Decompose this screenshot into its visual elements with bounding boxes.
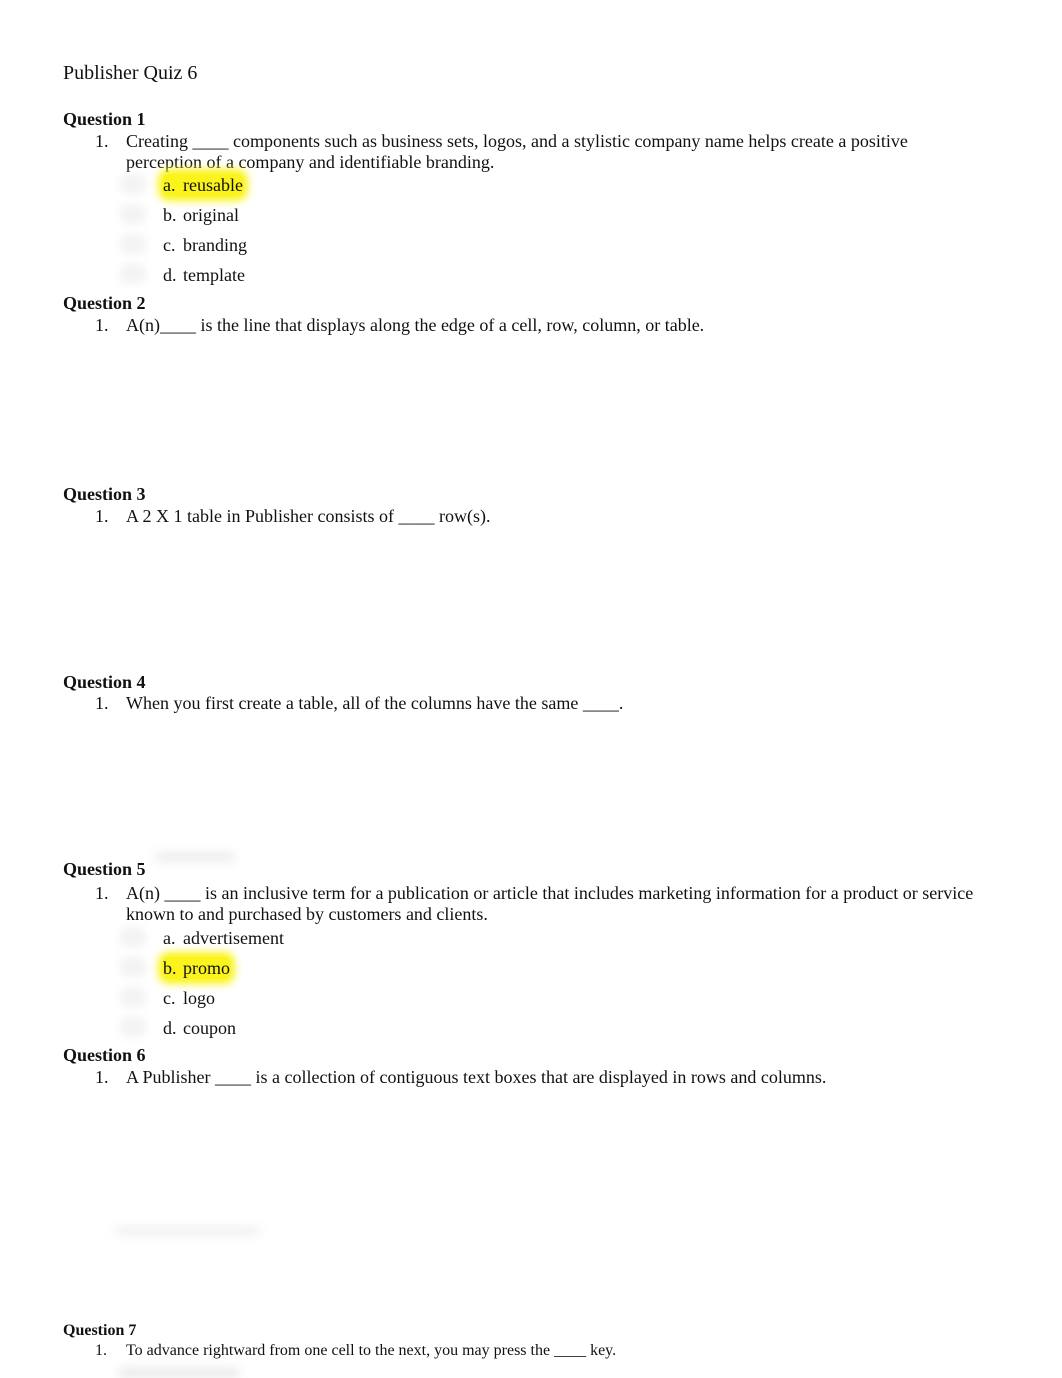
question-5-prompt: 1. A(n) ____ is an inclusive term for a … [95, 883, 985, 925]
option-label: b. original [163, 205, 239, 225]
question-text: A 2 X 1 table in Publisher consists of _… [126, 506, 491, 526]
question-number: 1. [95, 1342, 107, 1359]
question-number: 1. [95, 883, 109, 903]
question-5-heading: Question 5 [63, 859, 146, 879]
question-2-prompt: 1. A(n)____ is the line that displays al… [95, 315, 985, 336]
question-3-heading: Question 3 [63, 484, 146, 504]
question-6-prompt: 1. A Publisher ____ is a collection of c… [95, 1067, 985, 1088]
question-4-prompt: 1. When you first create a table, all of… [95, 693, 985, 714]
option-label: d. coupon [163, 1018, 236, 1038]
question-1-prompt: 1. Creating ____ components such as busi… [95, 131, 985, 173]
option-marker-blurred [120, 264, 146, 284]
option-marker-blurred [120, 927, 146, 947]
option-marker-blurred [120, 234, 146, 254]
question-text: A(n) ____ is an inclusive term for a pub… [126, 883, 974, 924]
question-text: When you first create a table, all of th… [126, 693, 624, 713]
option-marker-blurred [120, 174, 146, 194]
blur-artifact [155, 853, 235, 861]
option-marker-blurred [120, 957, 146, 977]
question-text: To advance rightward from one cell to th… [126, 1342, 617, 1359]
question-1-heading: Question 1 [63, 109, 146, 129]
question-number: 1. [95, 693, 109, 713]
question-number: 1. [95, 131, 109, 151]
option-marker-blurred [120, 987, 146, 1007]
option-marker-blurred [120, 204, 146, 224]
option-label: a. advertisement [163, 928, 284, 948]
question-text: Creating ____ components such as busines… [126, 131, 908, 172]
option-label-highlighted: a. reusable [163, 174, 243, 196]
document-title: Publisher Quiz 6 [63, 62, 198, 84]
blur-artifact [115, 1228, 260, 1234]
question-number: 1. [95, 1067, 109, 1087]
question-text: A Publisher ____ is a collection of cont… [126, 1067, 827, 1087]
question-number: 1. [95, 506, 109, 526]
question-3-prompt: 1. A 2 X 1 table in Publisher consists o… [95, 506, 985, 527]
question-7-heading: Question 7 [63, 1322, 137, 1339]
option-label-highlighted: b. promo [163, 957, 230, 979]
option-marker-blurred [120, 1017, 146, 1037]
question-7-prompt: 1. To advance rightward from one cell to… [95, 1340, 985, 1361]
question-2-heading: Question 2 [63, 293, 146, 313]
option-label: d. template [163, 265, 245, 285]
question-text: A(n)____ is the line that displays along… [126, 315, 705, 335]
option-label: c. branding [163, 235, 247, 255]
question-6-heading: Question 6 [63, 1045, 146, 1065]
question-4-heading: Question 4 [63, 672, 146, 692]
question-number: 1. [95, 315, 109, 335]
option-label: c. logo [163, 988, 216, 1008]
